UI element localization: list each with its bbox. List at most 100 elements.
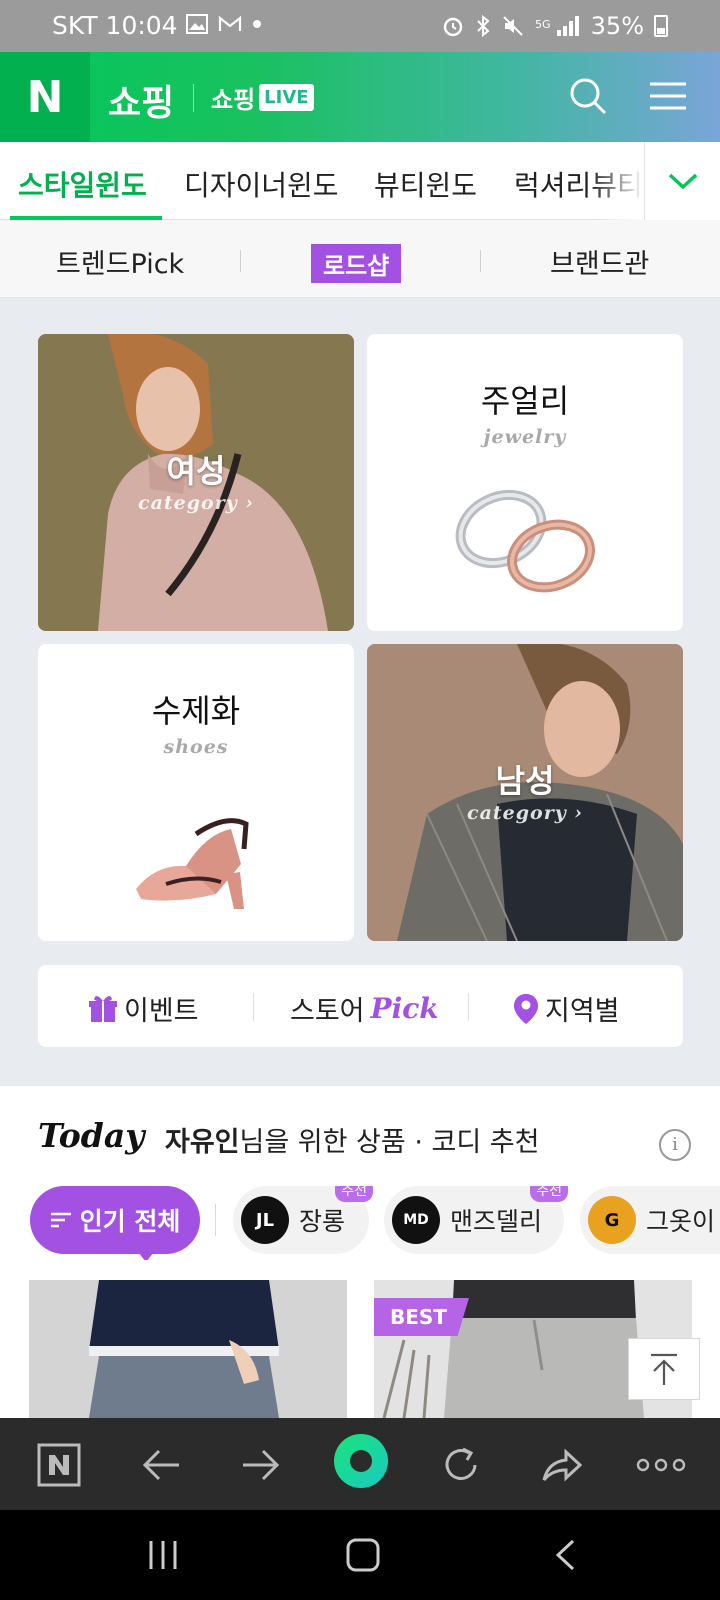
category-title-men: 남성 xyxy=(495,762,555,800)
category-title-women: 여성 xyxy=(166,452,226,490)
forward-button[interactable] xyxy=(238,1442,284,1488)
system-navigation-bar xyxy=(0,1510,720,1600)
bluetooth-icon xyxy=(476,14,490,38)
arrow-right-icon xyxy=(243,1449,280,1481)
sub-navigation: 트렌드Pick 로드샵 브랜드관 xyxy=(0,220,720,298)
location-pin-icon xyxy=(514,993,538,1024)
mute-icon xyxy=(502,16,523,36)
share-button[interactable] xyxy=(538,1442,584,1488)
mail-icon xyxy=(218,15,242,31)
event-link[interactable]: 이벤트 xyxy=(88,989,199,1028)
today-message: 자유인님을 위한 상품 · 코디 추천 xyxy=(165,1127,540,1158)
svg-text:5G: 5G xyxy=(535,18,551,31)
hamburger-menu-icon[interactable] xyxy=(648,80,688,112)
live-badge: LIVE xyxy=(259,84,314,111)
refresh-icon xyxy=(445,1447,477,1480)
recommend-badge: 추천 xyxy=(530,1186,568,1202)
today-heading: Today xyxy=(38,1116,145,1155)
category-card-men[interactable]: 남성 category › xyxy=(367,644,683,941)
more-options-button[interactable] xyxy=(636,1442,686,1488)
recent-apps-icon xyxy=(149,1541,177,1569)
chip-divider xyxy=(215,1204,216,1236)
shopping-title[interactable]: 쇼핑 xyxy=(108,74,174,126)
dot-icon xyxy=(253,20,261,28)
pick-label: Pick xyxy=(370,992,439,1025)
product-card[interactable] xyxy=(29,1280,347,1418)
back-button[interactable] xyxy=(138,1442,184,1488)
arrow-up-icon xyxy=(651,1353,677,1385)
gift-icon xyxy=(89,995,117,1022)
category-card-women[interactable]: 여성 category › xyxy=(38,334,354,631)
region-link[interactable]: 지역별 xyxy=(513,989,620,1028)
more-dots-icon xyxy=(636,1458,686,1472)
naver-logo[interactable]: N xyxy=(0,52,90,142)
browser-toolbar xyxy=(0,1418,720,1510)
scroll-to-top-button[interactable] xyxy=(628,1338,700,1400)
store-name: 장롱 xyxy=(299,1207,346,1236)
naver-home-button[interactable] xyxy=(36,1442,82,1488)
status-time: SKT 10:04 xyxy=(52,11,178,40)
category-card-jewelry[interactable]: 주얼리 jewelry xyxy=(367,334,683,631)
info-icon[interactable]: i xyxy=(659,1129,691,1161)
shopping-live-link[interactable]: 쇼핑 LIVE xyxy=(211,80,314,115)
chip-store-mensdelly[interactable]: MD 맨즈델리 추천 xyxy=(384,1186,568,1254)
store-logo-geuosi: G xyxy=(588,1196,636,1244)
chip-store-jangrong[interactable]: JL 장롱 추천 xyxy=(233,1186,373,1254)
recent-apps-button[interactable] xyxy=(140,1532,186,1578)
subnav-brand-hall[interactable]: 브랜드관 xyxy=(550,242,649,281)
back-nav-button[interactable] xyxy=(542,1532,588,1578)
store-name: 맨즈델리 xyxy=(450,1207,543,1236)
rings-image xyxy=(455,489,595,593)
quick-links: 이벤트 스토어 Pick 지역별 xyxy=(38,965,683,1047)
category-sub-jewelry: jewelry xyxy=(483,426,567,448)
tab-style-window[interactable]: 스타일윈도 xyxy=(18,164,147,204)
search-icon[interactable] xyxy=(568,76,608,116)
arrow-left-icon xyxy=(142,1449,179,1481)
subnav-divider xyxy=(240,250,241,272)
category-title-shoes: 수제화 xyxy=(151,692,241,730)
category-sub-women: category › xyxy=(138,492,254,514)
home-button[interactable] xyxy=(340,1532,386,1578)
naver-n-icon xyxy=(37,1443,81,1487)
store-logo-mensdelly: MD xyxy=(392,1196,440,1244)
gallery-icon xyxy=(186,14,208,34)
sandals-image xyxy=(136,818,249,909)
header-divider xyxy=(193,84,194,112)
region-label: 지역별 xyxy=(545,996,620,1027)
screen: SKT 10:04 5G 35% N 쇼핑 쇼핑 LIVE 스타일윈도 디자이너… xyxy=(0,0,720,1600)
store-pick-link[interactable]: 스토어 Pick xyxy=(290,989,439,1028)
store-label: 스토어 xyxy=(290,996,365,1027)
chip-store-geuosi[interactable]: G 그옷이 xyxy=(580,1186,720,1254)
share-icon xyxy=(542,1448,582,1482)
refresh-button[interactable] xyxy=(438,1442,484,1488)
tab-expand-button[interactable] xyxy=(644,142,720,220)
subnav-trend-pick[interactable]: 트렌드Pick xyxy=(56,242,184,281)
home-icon xyxy=(346,1538,380,1572)
alarm-icon xyxy=(443,17,462,37)
tab-designer-window[interactable]: 디자이너윈도 xyxy=(184,164,339,204)
category-sub-men: category › xyxy=(467,802,583,824)
product-image xyxy=(29,1280,347,1418)
status-bar: SKT 10:04 5G 35% xyxy=(0,0,720,52)
green-dot-button[interactable] xyxy=(332,1432,390,1490)
window-tabs: 스타일윈도 디자이너윈도 뷰티윈도 럭셔리뷰티 xyxy=(0,142,720,220)
system-icons: 5G 35% xyxy=(441,12,668,40)
store-name: 그옷이 xyxy=(646,1207,716,1236)
list-sort-icon xyxy=(50,1212,71,1228)
event-label: 이벤트 xyxy=(124,996,199,1027)
signal-5g-icon: 5G xyxy=(535,16,579,36)
category-card-handmade-shoes[interactable]: 수제화 shoes xyxy=(38,644,354,941)
battery-icon xyxy=(654,15,668,37)
category-title-jewelry: 주얼리 xyxy=(480,382,570,420)
tab-beauty-window[interactable]: 뷰티윈도 xyxy=(374,164,477,204)
chevron-left-icon xyxy=(555,1539,575,1571)
notification-icons xyxy=(186,14,262,34)
app-header: N 쇼핑 쇼핑 LIVE xyxy=(0,52,720,142)
quick-divider xyxy=(253,993,254,1021)
category-sub-shoes: shoes xyxy=(163,736,229,758)
shopping-live-label: 쇼핑 xyxy=(211,86,256,114)
chip-popular-all[interactable]: 인기 전체 xyxy=(30,1186,200,1260)
battery-percent: 35% xyxy=(590,12,644,40)
recommend-badge: 추천 xyxy=(335,1186,373,1202)
subnav-road-shop[interactable]: 로드샵 xyxy=(311,244,402,283)
